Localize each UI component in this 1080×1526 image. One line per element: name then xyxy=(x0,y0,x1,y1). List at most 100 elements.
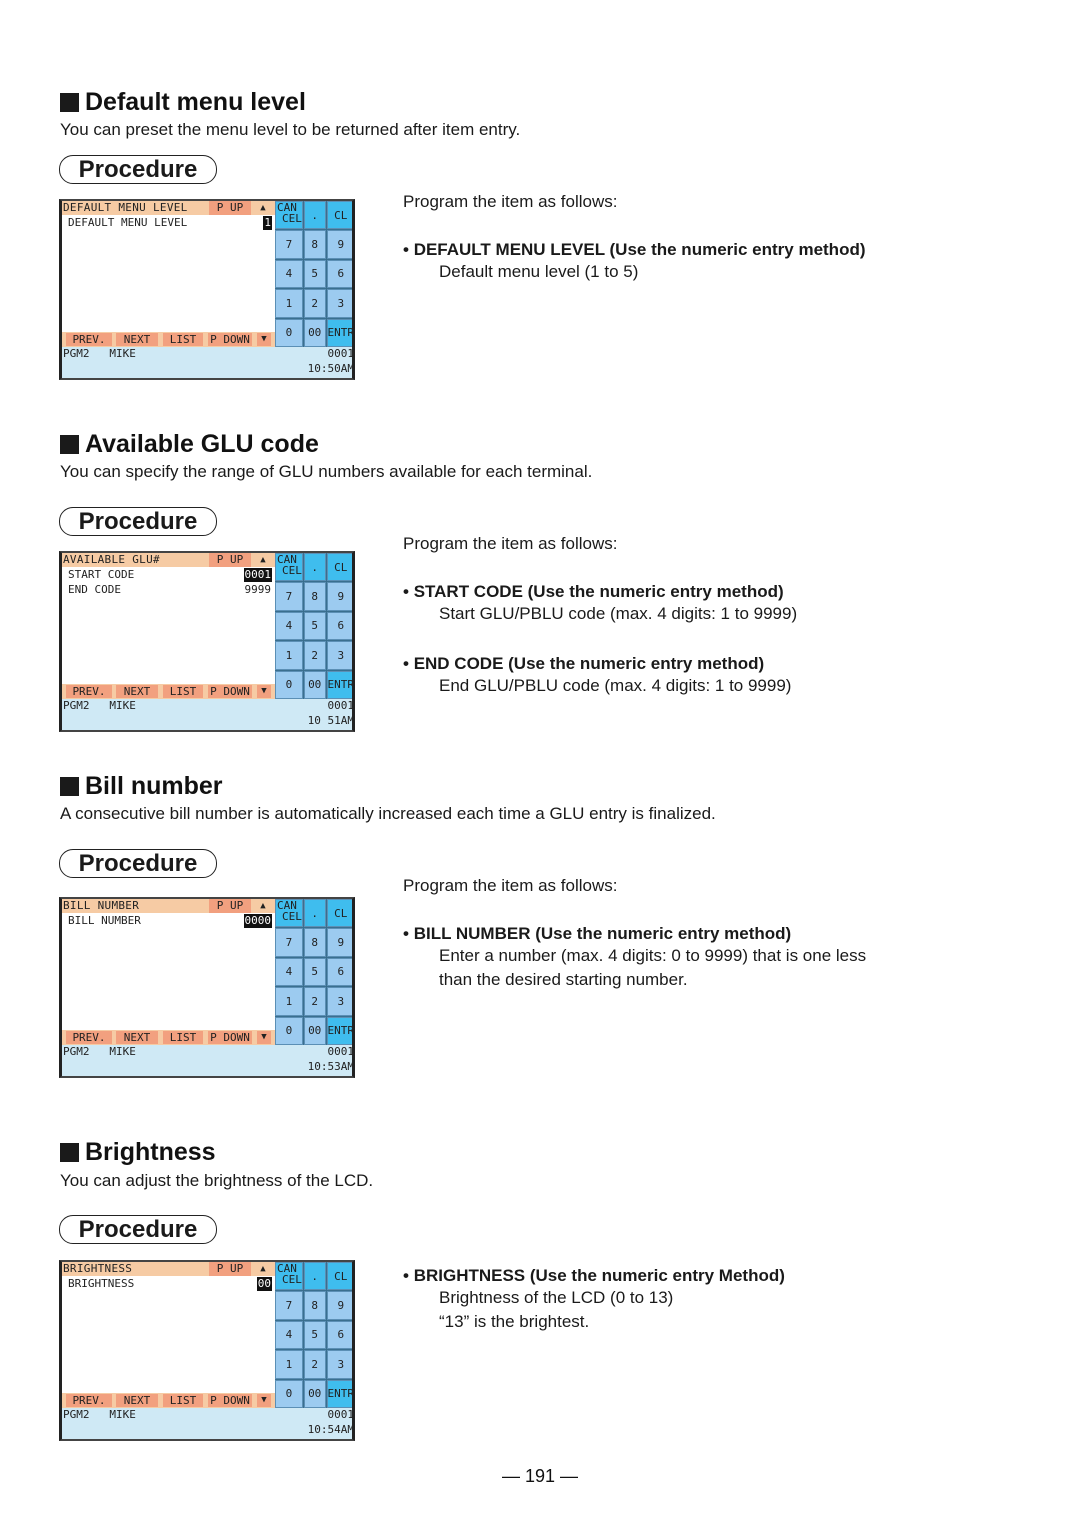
page-up-button[interactable]: P UP xyxy=(209,201,251,215)
footer-next-button[interactable]: NEXT xyxy=(116,333,158,346)
scroll-up-icon[interactable]: ▲ xyxy=(256,553,270,567)
key-2[interactable]: 2 xyxy=(303,641,326,670)
key-1[interactable]: 1 xyxy=(275,289,303,318)
footer-prev-button[interactable]: PREV. xyxy=(66,685,112,698)
key-2[interactable]: 2 xyxy=(303,987,326,1016)
key-6[interactable]: 6 xyxy=(326,611,352,641)
footer-list-button[interactable]: LIST xyxy=(163,1031,203,1044)
key-cancel[interactable]: CAN CEL xyxy=(275,201,303,230)
key-1[interactable]: 1 xyxy=(275,641,303,670)
page-up-button[interactable]: P UP xyxy=(209,1262,251,1276)
key-00[interactable]: 00 xyxy=(303,670,326,699)
key-dot[interactable]: . xyxy=(303,553,326,582)
key-entr[interactable]: ENTR xyxy=(326,318,352,347)
key-cl[interactable]: CL xyxy=(326,1262,352,1291)
footer-list-button[interactable]: LIST xyxy=(163,333,203,346)
footer-prev-button[interactable]: PREV. xyxy=(66,1394,112,1407)
key-5[interactable]: 5 xyxy=(303,259,326,289)
key-entr[interactable]: ENTR xyxy=(326,1016,352,1045)
key-entr[interactable]: ENTR xyxy=(326,670,352,699)
scroll-up-icon[interactable]: ▲ xyxy=(256,201,270,215)
footer-next-button[interactable]: NEXT xyxy=(116,685,158,698)
key-4[interactable]: 4 xyxy=(275,259,303,289)
setting-row[interactable]: BILL NUMBER 0000 xyxy=(68,914,272,928)
key-9[interactable]: 9 xyxy=(326,230,352,259)
key-3[interactable]: 3 xyxy=(326,641,352,670)
key-7[interactable]: 7 xyxy=(275,1291,303,1320)
key-dot[interactable]: . xyxy=(303,899,326,928)
key-00[interactable]: 00 xyxy=(303,318,326,347)
key-1[interactable]: 1 xyxy=(275,987,303,1016)
key-3[interactable]: 3 xyxy=(326,289,352,318)
footer-pdown-button[interactable]: P DOWN xyxy=(208,1394,252,1407)
key-8[interactable]: 8 xyxy=(303,928,326,957)
key-entr[interactable]: ENTR xyxy=(326,1379,352,1408)
key-00[interactable]: 00 xyxy=(303,1016,326,1045)
key-7[interactable]: 7 xyxy=(275,928,303,957)
key-8[interactable]: 8 xyxy=(303,1291,326,1320)
footer-list-button[interactable]: LIST xyxy=(163,685,203,698)
key-9[interactable]: 9 xyxy=(326,582,352,611)
setting-value[interactable]: 00 xyxy=(256,1277,272,1291)
scroll-up-icon[interactable]: ▲ xyxy=(256,899,270,913)
scroll-down-icon[interactable]: ▼ xyxy=(257,685,271,698)
key-8[interactable]: 8 xyxy=(303,582,326,611)
footer-next-button[interactable]: NEXT xyxy=(116,1394,158,1407)
key-4[interactable]: 4 xyxy=(275,957,303,987)
key-dot[interactable]: . xyxy=(303,201,326,230)
key-cl[interactable]: CL xyxy=(326,201,352,230)
footer-prev-button[interactable]: PREV. xyxy=(66,1031,112,1044)
key-dot[interactable]: . xyxy=(303,1262,326,1291)
key-5[interactable]: 5 xyxy=(303,957,326,987)
scroll-up-icon[interactable]: ▲ xyxy=(256,1262,270,1276)
page-up-button[interactable]: P UP xyxy=(209,899,251,913)
operator-info: PGM2 MIKE xyxy=(63,1045,136,1059)
key-3[interactable]: 3 xyxy=(326,987,352,1016)
setting-value[interactable]: 1 xyxy=(263,216,272,230)
key-8[interactable]: 8 xyxy=(303,230,326,259)
key-cl[interactable]: CL xyxy=(326,899,352,928)
key-00[interactable]: 00 xyxy=(303,1379,326,1408)
scroll-down-icon[interactable]: ▼ xyxy=(257,1031,271,1044)
key-0[interactable]: 0 xyxy=(275,670,303,699)
setting-row[interactable]: END CODE 9999 xyxy=(68,583,272,597)
key-cancel[interactable]: CAN CEL xyxy=(275,1262,303,1291)
setting-row[interactable]: DEFAULT MENU LEVEL 1 xyxy=(68,216,272,230)
page-up-button[interactable]: P UP xyxy=(209,553,251,567)
key-cl[interactable]: CL xyxy=(326,553,352,582)
key-7[interactable]: 7 xyxy=(275,582,303,611)
setting-value[interactable]: 0001 xyxy=(243,568,272,582)
key-3[interactable]: 3 xyxy=(326,1350,352,1379)
footer-prev-button[interactable]: PREV. xyxy=(66,333,112,346)
key-5[interactable]: 5 xyxy=(303,1320,326,1350)
key-6[interactable]: 6 xyxy=(326,957,352,987)
key-2[interactable]: 2 xyxy=(303,1350,326,1379)
key-cancel[interactable]: CAN CEL xyxy=(275,899,303,928)
key-5[interactable]: 5 xyxy=(303,611,326,641)
key-0[interactable]: 0 xyxy=(275,318,303,347)
scroll-down-icon[interactable]: ▼ xyxy=(257,1394,271,1407)
footer-pdown-button[interactable]: P DOWN xyxy=(208,333,252,346)
key-6[interactable]: 6 xyxy=(326,259,352,289)
key-7[interactable]: 7 xyxy=(275,230,303,259)
key-0[interactable]: 0 xyxy=(275,1379,303,1408)
key-cancel[interactable]: CAN CEL xyxy=(275,553,303,582)
key-9[interactable]: 9 xyxy=(326,928,352,957)
footer-list-button[interactable]: LIST xyxy=(163,1394,203,1407)
operator-mode: PGM2 xyxy=(63,347,90,360)
footer-pdown-button[interactable]: P DOWN xyxy=(208,685,252,698)
setting-row[interactable]: BRIGHTNESS 00 xyxy=(68,1277,272,1291)
key-4[interactable]: 4 xyxy=(275,611,303,641)
key-9[interactable]: 9 xyxy=(326,1291,352,1320)
setting-value[interactable]: 0000 xyxy=(243,914,272,928)
key-0[interactable]: 0 xyxy=(275,1016,303,1045)
footer-next-button[interactable]: NEXT xyxy=(116,1031,158,1044)
setting-row[interactable]: START CODE 0001 xyxy=(68,568,272,582)
setting-value[interactable]: 9999 xyxy=(244,583,273,597)
key-6[interactable]: 6 xyxy=(326,1320,352,1350)
footer-pdown-button[interactable]: P DOWN xyxy=(208,1031,252,1044)
key-2[interactable]: 2 xyxy=(303,289,326,318)
key-1[interactable]: 1 xyxy=(275,1350,303,1379)
scroll-down-icon[interactable]: ▼ xyxy=(257,333,271,346)
key-4[interactable]: 4 xyxy=(275,1320,303,1350)
